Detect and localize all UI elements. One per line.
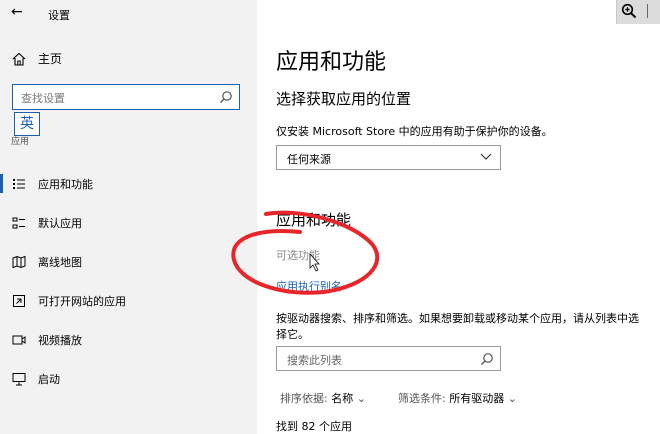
chevron-down-icon [480,153,492,160]
sidebar-item-label: 启动 [38,372,60,386]
sidebar-item-offline-maps[interactable]: 离线地图 [0,242,257,281]
list-icon [13,178,25,189]
optional-features-link[interactable]: 可选功能 [276,247,320,263]
sidebar-item-label: 视频播放 [38,333,82,347]
search-list-placeholder: 搜索此列表 [287,354,342,367]
install-description: 仅安装 Microsoft Store 中的应用有助于保护你的设备。 [276,125,553,138]
title-bar: ← 设置 [0,0,257,30]
main-content: 应用和功能 选择获取应用的位置 仅安装 Microsoft Store 中的应用… [257,0,660,434]
chevron-down-icon: ⌄ [507,392,517,405]
home-link[interactable]: 主页 [12,50,62,67]
sidebar: ← 设置 主页 查找设置 英 应用 应用和功能 默认应用 离线地图 可打开网站的… [0,0,257,434]
sidebar-item-label: 默认应用 [38,216,82,230]
install-location-heading: 选择获取应用的位置 [276,90,412,108]
sidebar-item-startup[interactable]: 启动 [0,359,257,398]
sidebar-item-label: 可打开网站的应用 [38,294,126,308]
sidebar-item-video-playback[interactable]: 视频播放 [0,320,257,359]
sidebar-nav: 应用和功能 默认应用 离线地图 可打开网站的应用 视频播放 启动 [0,164,257,398]
sort-dropdown[interactable]: 排序依据: 名称 ⌄ [280,390,366,406]
page-title: 应用和功能 [276,50,387,75]
filter-label: 筛选条件: [398,392,446,405]
sidebar-item-label: 应用和功能 [38,177,93,191]
section-label: 应用 [11,137,30,147]
sidebar-item-apps-for-websites[interactable]: 可打开网站的应用 [0,281,257,320]
window-title: 设置 [48,9,70,22]
apps-features-heading: 应用和功能 [276,211,352,229]
magnifier-toolbar [616,0,660,24]
toolbar-separator [647,4,648,18]
sort-label: 排序依据: [280,392,328,405]
filter-value: 所有驱动器 [449,392,505,405]
filter-dropdown[interactable]: 筛选条件: 所有驱动器 ⌄ [398,390,517,406]
sort-value: 名称 [331,392,354,405]
home-icon [12,52,26,66]
app-source-dropdown[interactable]: 任何来源 [276,145,501,170]
video-icon [12,335,26,344]
map-icon [12,255,26,268]
sidebar-item-label: 离线地图 [38,255,82,269]
ime-indicator: 英 [14,112,40,136]
home-label: 主页 [38,52,63,66]
dropdown-value: 任何来源 [287,153,331,166]
search-placeholder: 查找设置 [21,92,65,105]
search-icon [481,353,493,365]
zoom-in-icon[interactable] [621,3,637,19]
app-count: 找到 82 个应用 [276,420,352,433]
search-icon [220,91,232,103]
chevron-down-icon: ⌄ [356,392,366,405]
startup-icon [12,372,26,385]
app-execution-alias-link[interactable]: 应用执行别名 [276,278,342,294]
sidebar-item-apps-features[interactable]: 应用和功能 [0,164,257,203]
search-list-input[interactable]: 搜索此列表 [276,346,501,371]
settings-search-input[interactable]: 查找设置 [12,84,240,110]
default-apps-icon [12,217,25,228]
apps-description: 按驱动器搜索、排序和筛选。如果想要卸载或移动某个应用，请从列表中选择它。 [276,312,639,341]
open-website-icon [13,294,25,307]
back-arrow-icon[interactable]: ← [11,4,23,20]
sidebar-item-default-apps[interactable]: 默认应用 [0,203,257,242]
